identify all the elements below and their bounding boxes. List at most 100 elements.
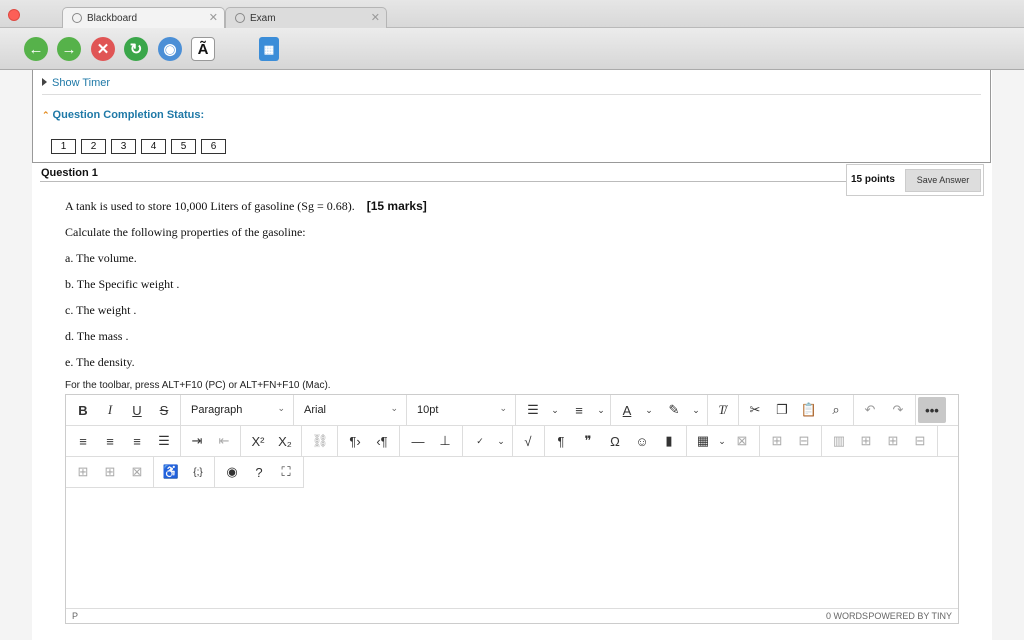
chevron-down-icon: ⌄ xyxy=(277,403,285,413)
powered-by-link[interactable]: POWERED BY TINY xyxy=(868,611,952,621)
show-timer-link[interactable]: Show Timer xyxy=(42,77,110,89)
accessibility-button[interactable]: ♿ xyxy=(158,459,184,485)
table-merge-icon: ⊟ xyxy=(798,433,810,448)
subscript-button[interactable]: X₂ xyxy=(272,428,298,454)
cut-button[interactable]: ✂ xyxy=(742,397,768,423)
save-answer-button[interactable]: Save Answer xyxy=(905,169,981,192)
completion-status-toggle[interactable]: ⌃ Question Completion Status: xyxy=(42,109,204,121)
tab-blackboard[interactable]: Blackboard ✕ xyxy=(62,7,225,28)
element-path[interactable]: P xyxy=(72,611,78,621)
bold-button[interactable]: B xyxy=(70,397,96,423)
refresh-button[interactable]: ↻ xyxy=(124,37,148,61)
horizontal-line-button[interactable]: — xyxy=(405,428,431,454)
unlink-button[interactable]: ⛓ xyxy=(307,428,333,454)
font-family-select[interactable]: Arial ⌄ xyxy=(296,397,404,423)
stop-button[interactable]: ✕ xyxy=(91,37,115,61)
outdent-button[interactable]: ⇤ xyxy=(211,428,237,454)
help-icon: ? xyxy=(255,464,263,480)
redo-button[interactable]: ↷ xyxy=(885,397,911,423)
undo-button[interactable]: ↶ xyxy=(857,397,883,423)
paste-button[interactable]: 📋 xyxy=(796,397,822,423)
calculator-button[interactable]: ▦ xyxy=(259,37,279,61)
emoticons-button[interactable]: ☺ xyxy=(629,428,655,454)
question-link-4[interactable]: 4 xyxy=(141,139,166,154)
insert-column-after-button[interactable]: ⊞ xyxy=(97,459,123,485)
underline-button[interactable]: U xyxy=(124,397,150,423)
divider xyxy=(544,426,545,457)
tab-exam[interactable]: Exam ✕ xyxy=(225,7,387,28)
close-icon[interactable]: ✕ xyxy=(371,11,380,24)
rtl-button[interactable]: ‹¶ xyxy=(369,428,395,454)
table-merge-button[interactable]: ⊟ xyxy=(791,428,817,454)
align-center-button[interactable]: ≡ xyxy=(97,428,123,454)
paragraph-marks-button[interactable]: ¶ xyxy=(548,428,574,454)
chevron-up-icon: ⌃ xyxy=(42,110,50,120)
table-cell-props-button[interactable]: ▥ xyxy=(826,428,852,454)
insert-row-before-button[interactable]: ⊞ xyxy=(853,428,879,454)
text-size-button[interactable]: Ã xyxy=(191,37,215,61)
find-button[interactable]: ⌕ xyxy=(823,397,849,423)
superscript-button[interactable]: X² xyxy=(245,428,271,454)
special-char-button[interactable]: Ω xyxy=(602,428,628,454)
indent-button[interactable]: ⇥ xyxy=(184,428,210,454)
strikethrough-button[interactable]: S xyxy=(151,397,177,423)
divider xyxy=(42,94,981,95)
forward-button[interactable]: → xyxy=(57,37,81,61)
text-color-dropdown[interactable]: ⌄ xyxy=(636,397,662,423)
question-link-3[interactable]: 3 xyxy=(111,139,136,154)
omega-icon: Ω xyxy=(610,433,620,449)
anchor-button[interactable]: ▮ xyxy=(656,428,682,454)
table-props-button[interactable]: ⊞ xyxy=(764,428,790,454)
delete-row-button[interactable]: ⊟ xyxy=(907,428,933,454)
spellcheck-dropdown[interactable]: ⌄ xyxy=(488,428,514,454)
question-link-2[interactable]: 2 xyxy=(81,139,106,154)
highlight-dropdown[interactable]: ⌄ xyxy=(683,397,709,423)
question-link-5[interactable]: 5 xyxy=(171,139,196,154)
insert-row-after-button[interactable]: ⊞ xyxy=(880,428,906,454)
delete-column-button[interactable]: ⊠ xyxy=(124,459,150,485)
chevron-down-icon: ⌄ xyxy=(597,404,605,415)
question-link-1[interactable]: 1 xyxy=(51,139,76,154)
ltr-button[interactable]: ¶› xyxy=(342,428,368,454)
preview-button[interactable]: ◉ xyxy=(219,459,245,485)
window-close-button[interactable] xyxy=(8,9,20,21)
copy-button[interactable]: ❐ xyxy=(769,397,795,423)
chevron-down-icon: ⌄ xyxy=(692,404,700,415)
insert-column-icon: ⊞ xyxy=(77,464,89,479)
clear-formatting-button[interactable]: T̸ xyxy=(709,397,735,423)
points-box: 15 points Save Answer xyxy=(846,164,984,196)
math-button[interactable]: √ xyxy=(515,428,541,454)
blockquote-button[interactable]: ❞ xyxy=(575,428,601,454)
divider xyxy=(293,395,294,426)
close-icon[interactable]: ✕ xyxy=(209,11,218,24)
question-panel: Question 1 15 points Save Answer A tank … xyxy=(40,164,984,640)
more-toolbar-button[interactable]: ••• xyxy=(918,397,946,423)
fullscreen-button[interactable]: ⛶ xyxy=(273,459,299,485)
divider xyxy=(337,426,338,457)
divider xyxy=(738,395,739,426)
justify-button[interactable]: ☰ xyxy=(151,428,177,454)
code-sample-button[interactable]: {;} xyxy=(185,459,211,485)
answer-text-area[interactable] xyxy=(66,489,958,609)
divider xyxy=(406,395,407,426)
delete-table-button[interactable]: ⊠ xyxy=(729,428,755,454)
paragraph-icon: ¶ xyxy=(557,433,565,449)
format-select[interactable]: Paragraph ⌄ xyxy=(183,397,291,423)
font-size-select[interactable]: 10pt ⌄ xyxy=(409,397,513,423)
paste-icon: 📋 xyxy=(800,402,818,417)
divider xyxy=(937,426,938,457)
forward-icon: → xyxy=(61,40,77,58)
align-right-button[interactable]: ≡ xyxy=(124,428,150,454)
insert-column-before-button[interactable]: ⊞ xyxy=(70,459,96,485)
help-button[interactable]: ? xyxy=(246,459,272,485)
question-link-6[interactable]: 6 xyxy=(201,139,226,154)
insert-button[interactable]: ⊥ xyxy=(432,428,458,454)
home-button[interactable]: ◉ xyxy=(158,37,182,61)
italic-button[interactable]: I xyxy=(97,397,123,423)
smiley-icon: ☺ xyxy=(635,433,649,449)
divider xyxy=(610,395,611,426)
bullet-list-dropdown[interactable]: ⌄ xyxy=(542,397,568,423)
back-button[interactable]: ← xyxy=(24,37,48,61)
divider xyxy=(707,395,708,426)
align-left-button[interactable]: ≡ xyxy=(70,428,96,454)
